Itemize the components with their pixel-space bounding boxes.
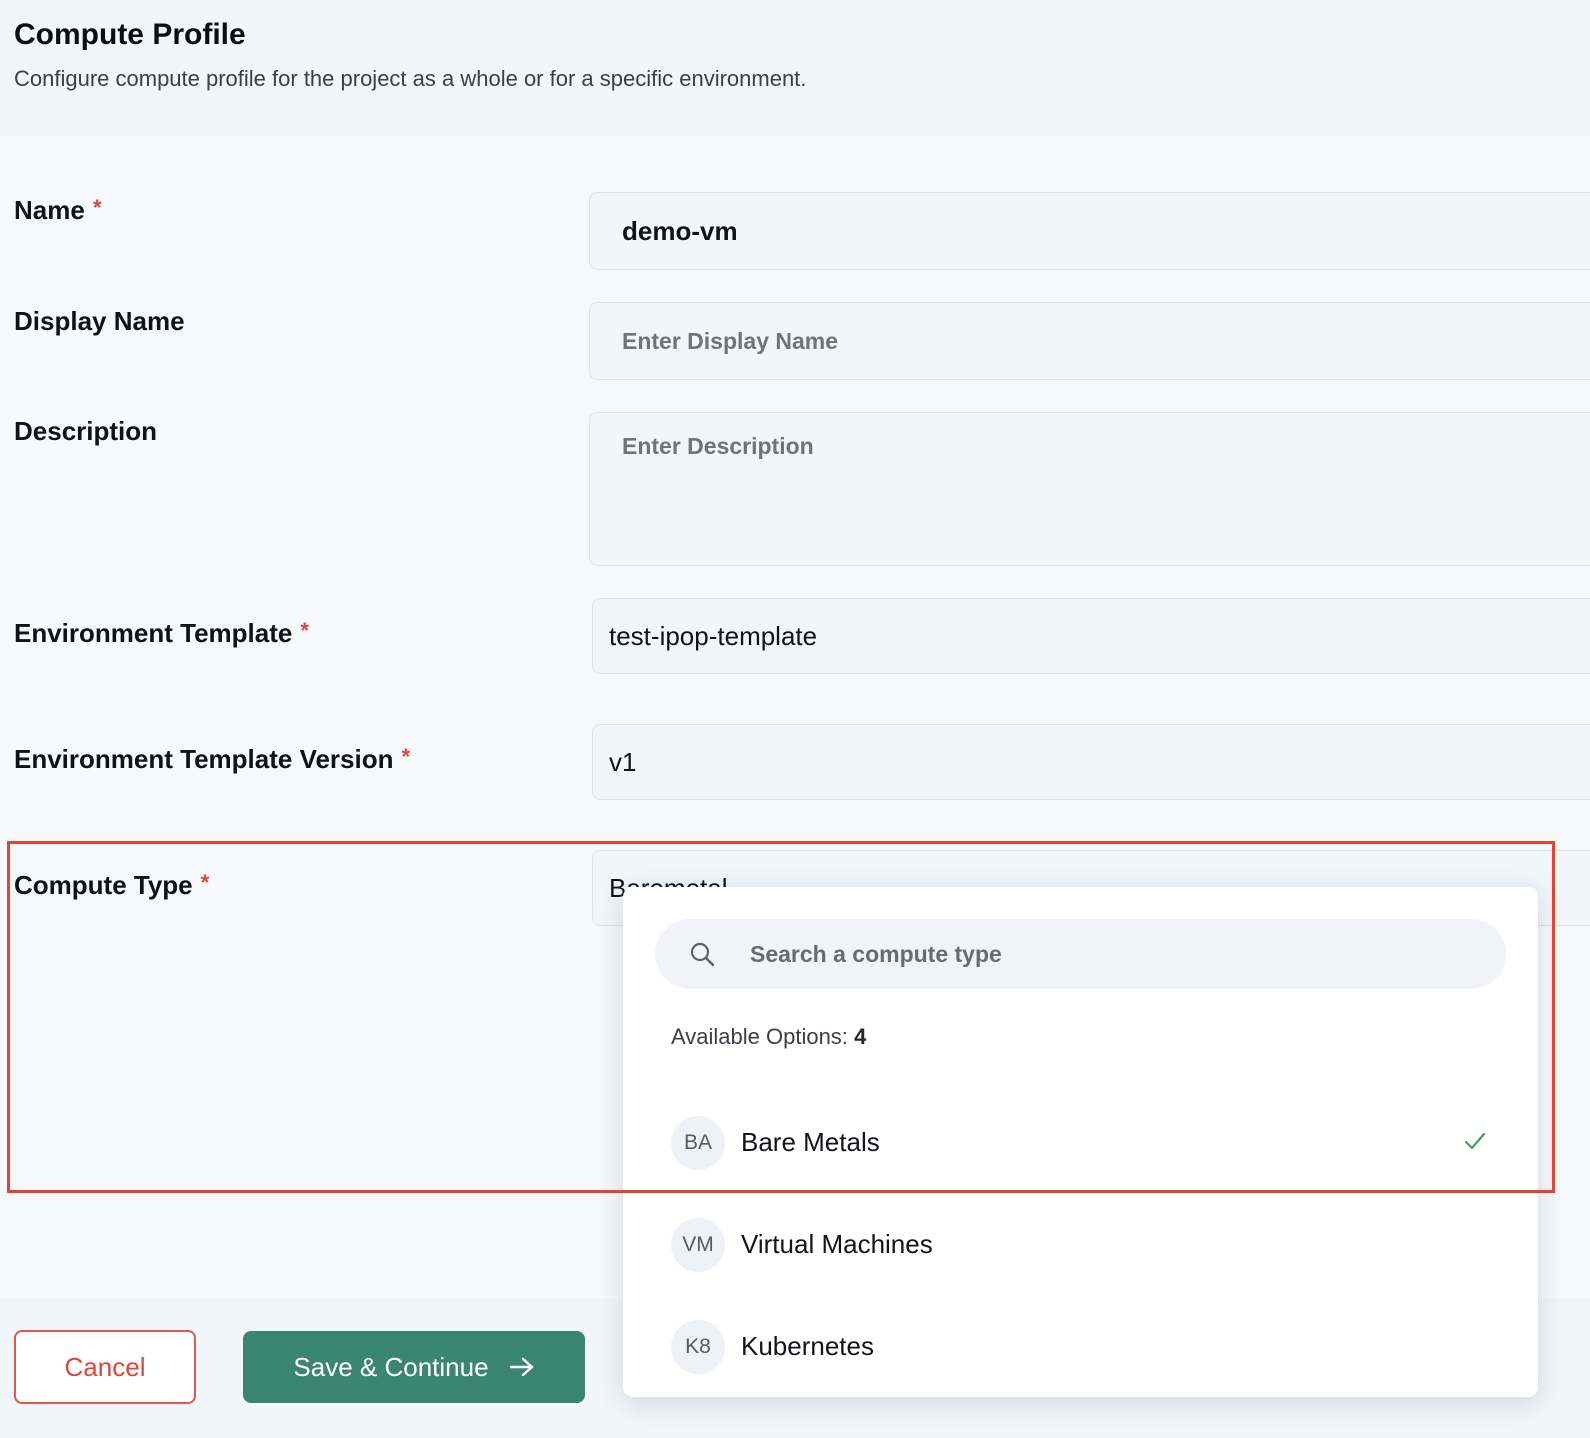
environment-template-label: Environment Template * — [14, 618, 309, 649]
environment-template-version-value: v1 — [609, 746, 637, 777]
search-icon — [690, 942, 715, 967]
environment-template-version-label: Environment Template Version * — [14, 744, 410, 775]
option-badge: K8 — [671, 1320, 725, 1374]
option-label: Virtual Machines — [741, 1229, 933, 1259]
environment-template-select[interactable]: test-ipop-template — [592, 598, 1590, 674]
name-input[interactable]: demo-vm — [589, 192, 1590, 270]
option-bare-metals[interactable]: BA Bare Metals — [623, 1099, 1538, 1189]
required-marker: * — [401, 744, 411, 769]
required-marker: * — [300, 618, 309, 643]
check-icon — [1464, 1132, 1486, 1150]
required-marker: * — [200, 870, 210, 895]
compute-type-search-input[interactable]: Search a compute type — [655, 919, 1506, 989]
arrow-right-icon — [509, 1357, 533, 1377]
environment-template-label-text: Environment Template — [14, 618, 293, 648]
save-button-label: Save & Continue — [293, 1351, 489, 1382]
available-options: Available Options: 4 — [671, 1024, 866, 1050]
option-virtual-machines[interactable]: VM Virtual Machines — [623, 1201, 1538, 1291]
compute-type-label: Compute Type * — [14, 870, 209, 901]
display-name-input[interactable]: Enter Display Name — [589, 302, 1590, 380]
option-kubernetes[interactable]: K8 Kubernetes — [623, 1303, 1538, 1393]
page-header: Compute Profile Configure compute profil… — [0, 0, 1590, 136]
description-label: Description — [14, 416, 158, 446]
option-badge: VM — [671, 1218, 725, 1272]
description-textarea[interactable]: Enter Description — [589, 412, 1590, 566]
environment-template-version-select[interactable]: v1 — [592, 724, 1590, 800]
compute-type-label-text: Compute Type — [14, 870, 193, 900]
available-options-count: 4 — [854, 1024, 867, 1049]
page-subtitle: Configure compute profile for the projec… — [14, 66, 807, 91]
display-name-placeholder: Enter Display Name — [622, 327, 839, 354]
search-placeholder: Search a compute type — [750, 941, 1002, 967]
description-placeholder: Enter Description — [622, 433, 814, 459]
page: Compute Profile Configure compute profil… — [0, 0, 1590, 1438]
option-label: Kubernetes — [741, 1331, 874, 1361]
save-continue-button[interactable]: Save & Continue — [243, 1331, 585, 1403]
compute-type-dropdown: Search a compute type Available Options:… — [623, 887, 1538, 1397]
environment-template-version-label-text: Environment Template Version — [14, 744, 394, 774]
available-options-label: Available Options: — [671, 1024, 848, 1049]
display-name-label: Display Name — [14, 306, 185, 336]
page-title: Compute Profile — [14, 18, 246, 51]
cancel-button[interactable]: Cancel — [14, 1330, 196, 1404]
name-label: Name * — [14, 195, 101, 226]
option-badge: BA — [671, 1116, 725, 1170]
required-marker: * — [92, 195, 102, 220]
cancel-button-label: Cancel — [64, 1351, 146, 1382]
name-label-text: Name — [14, 195, 85, 225]
option-label: Bare Metals — [741, 1127, 880, 1157]
name-input-value: demo-vm — [622, 215, 738, 246]
environment-template-value: test-ipop-template — [609, 620, 818, 651]
